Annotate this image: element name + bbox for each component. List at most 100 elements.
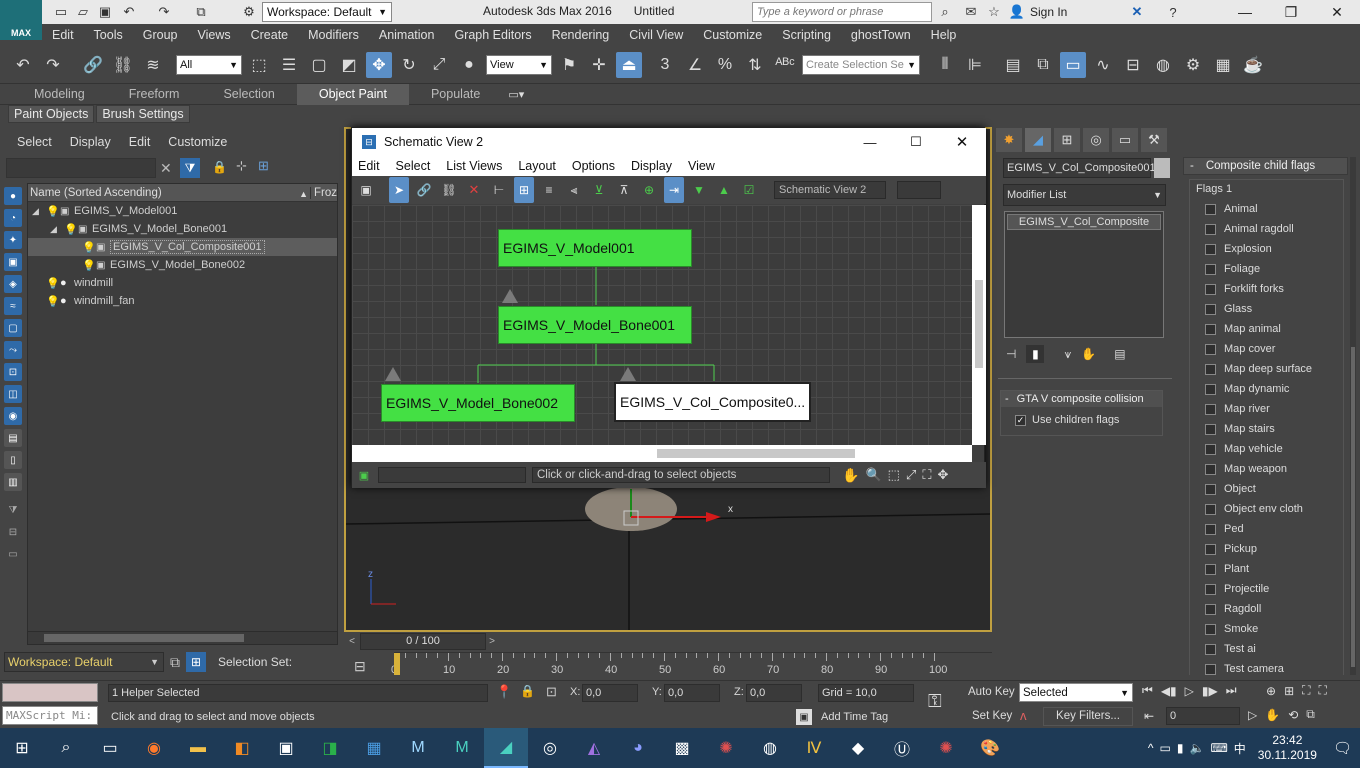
workspace-dropdown[interactable]: Workspace: Default ▼: [4, 652, 164, 672]
place-icon[interactable]: ●: [456, 52, 482, 78]
field-of-view-icon[interactable]: ▷: [1248, 708, 1257, 722]
status-field[interactable]: [378, 467, 526, 483]
layer-explorer-icon[interactable]: ▤: [1000, 52, 1026, 78]
flag-checkbox[interactable]: Glass: [1190, 299, 1343, 319]
menu-civil-view[interactable]: Civil View: [619, 24, 693, 46]
app-icon[interactable]: ◍: [748, 728, 792, 768]
schematic-menu-view[interactable]: View: [688, 159, 715, 173]
schematic-horizontal-scrollbar[interactable]: [352, 445, 972, 462]
modify-tab-icon[interactable]: ◢: [1025, 128, 1051, 152]
display-containers-icon[interactable]: ◫: [4, 385, 22, 403]
references-mode-icon[interactable]: ⊞: [514, 177, 534, 203]
flag-checkbox[interactable]: Ped: [1190, 519, 1343, 539]
search-icon[interactable]: ⌕: [44, 728, 88, 768]
visibility-bulb-icon[interactable]: 💡: [82, 259, 96, 272]
move-children-icon[interactable]: ▼: [689, 177, 709, 203]
tree-row[interactable]: 💡 ● windmill_fan: [28, 292, 337, 310]
keyboard-icon[interactable]: ⌨: [1210, 741, 1227, 755]
schematic-menu-select[interactable]: Select: [396, 159, 431, 173]
schematic-node[interactable]: EGIMS_V_Model_Bone001: [498, 306, 692, 344]
schematic-node[interactable]: EGIMS_V_Model_Bone002: [381, 384, 575, 422]
key-mode-dropdown[interactable]: Selected ▼: [1019, 683, 1133, 702]
undo-icon[interactable]: ↶: [120, 3, 138, 21]
edit-named-sel-icon[interactable]: ᴬᴮᶜ: [772, 52, 798, 78]
tab-modeling[interactable]: Modeling: [12, 84, 107, 105]
app-icon[interactable]: ▣: [264, 728, 308, 768]
workspace-dropdown[interactable]: Workspace: Default ▼: [262, 2, 392, 22]
command-panel-scrollbar[interactable]: [1350, 157, 1356, 675]
task-view-icon[interactable]: ▭: [88, 728, 132, 768]
play-icon[interactable]: ▷: [1185, 684, 1194, 698]
display-invert-icon[interactable]: ▥: [4, 473, 22, 491]
zoom-icon[interactable]: ⊕: [1266, 684, 1276, 698]
subscription-icon[interactable]: ✉: [962, 3, 980, 21]
star-icon[interactable]: ☆: [985, 3, 1003, 21]
column-frozen[interactable]: Froz: [310, 186, 337, 199]
view-search-field[interactable]: [897, 181, 941, 199]
key-mode-toggle-icon[interactable]: ⇤: [1144, 709, 1154, 723]
explorer-search-input[interactable]: [6, 158, 156, 178]
save-icon[interactable]: ▣: [96, 3, 114, 21]
named-selection-dropdown[interactable]: Create Selection Se ▼: [802, 54, 920, 75]
tree-row[interactable]: ◢ 💡 ▣ EGIMS_V_Model_Bone001: [28, 220, 337, 238]
schematic-menu-list-views[interactable]: List Views: [446, 159, 502, 173]
notifications-icon[interactable]: 🗨: [1333, 739, 1352, 757]
scroll-thumb[interactable]: [657, 449, 855, 458]
menu-rendering[interactable]: Rendering: [542, 24, 620, 46]
user-icon[interactable]: 👤: [1008, 3, 1026, 21]
flag-checkbox[interactable]: Forklift forks: [1190, 279, 1343, 299]
unreal-icon[interactable]: Ⓤ: [880, 728, 924, 768]
open-file-icon[interactable]: ▱: [74, 3, 92, 21]
display-shapes-icon[interactable]: ◔: [4, 209, 22, 227]
material-editor-icon[interactable]: ◍: [1150, 52, 1176, 78]
visibility-bulb-icon[interactable]: 💡: [46, 295, 60, 308]
object-color-swatch[interactable]: [1154, 158, 1170, 178]
flag-checkbox[interactable]: Animal ragdoll: [1190, 219, 1343, 239]
explorer-menu-select[interactable]: Select: [8, 127, 61, 157]
keyboard-shortcut-icon[interactable]: ⏏: [616, 51, 642, 78]
time-tag-icon[interactable]: ▣: [796, 709, 812, 725]
maximize-viewport-icon[interactable]: ⧉: [1306, 707, 1315, 722]
manipulate-icon[interactable]: ✛: [586, 52, 612, 78]
schematic-menu-display[interactable]: Display: [631, 159, 672, 173]
scroll-thumb[interactable]: [1351, 347, 1355, 667]
x-coord-field[interactable]: 0,0: [582, 684, 638, 702]
flag-checkbox[interactable]: Object env cloth: [1190, 499, 1343, 519]
y-coord-field[interactable]: 0,0: [664, 684, 720, 702]
flag-checkbox[interactable]: Explosion: [1190, 239, 1343, 259]
sort-icon[interactable]: ▭: [4, 545, 22, 563]
lock-icon[interactable]: 🔒: [212, 160, 227, 174]
tree-row-selected[interactable]: 💡 ▣ EGIMS_V_Col_Composite001: [28, 238, 337, 256]
schematic-menu-edit[interactable]: Edit: [358, 159, 380, 173]
pivot-center-icon[interactable]: ⚑: [556, 52, 582, 78]
app-logo[interactable]: MAX: [0, 0, 42, 40]
remove-modifier-icon[interactable]: ✋: [1081, 347, 1096, 361]
isolate-icon[interactable]: 📍: [496, 684, 512, 700]
menu-create[interactable]: Create: [241, 24, 299, 46]
key-filters-button[interactable]: Key Filters...: [1043, 707, 1133, 726]
firefox-icon[interactable]: ◉: [132, 728, 176, 768]
menu-tools[interactable]: Tools: [84, 24, 133, 46]
current-frame-marker[interactable]: [394, 653, 400, 675]
app-icon[interactable]: ◨: [308, 728, 352, 768]
new-file-icon[interactable]: ▭: [52, 3, 70, 21]
tree-row[interactable]: ◢ 💡 ▣ EGIMS_V_Model001: [28, 202, 337, 220]
go-to-end-icon[interactable]: ⏭: [1226, 683, 1237, 698]
menu-help[interactable]: Help: [921, 24, 967, 46]
schematic-view-icon[interactable]: ⊟: [1120, 52, 1146, 78]
show-relations-icon[interactable]: ⇥: [664, 177, 684, 203]
rotate-icon[interactable]: ↻: [396, 52, 422, 78]
reference-coord-dropdown[interactable]: View ▼: [486, 54, 552, 75]
bind-space-warp-icon[interactable]: ≋: [140, 52, 166, 78]
network-icon[interactable]: ▭: [1160, 741, 1171, 755]
zoom-extents-icon[interactable]: ⤢: [906, 467, 916, 483]
schematic-canvas[interactable]: EGIMS_V_Model001 EGIMS_V_Model_Bone001 E…: [352, 205, 972, 445]
explorer-horizontal-scrollbar[interactable]: [27, 631, 338, 645]
maxscript-input[interactable]: MAXScript Mi:: [2, 706, 98, 725]
pin-stack-icon[interactable]: ⊣: [1006, 347, 1016, 361]
expand-icon[interactable]: ◢: [50, 224, 64, 235]
explorer-menu-edit[interactable]: Edit: [120, 127, 160, 157]
minimize-icon[interactable]: —: [858, 132, 882, 152]
select-children-icon[interactable]: ⊹: [236, 158, 247, 174]
motion-tab-icon[interactable]: ◎: [1083, 128, 1109, 152]
